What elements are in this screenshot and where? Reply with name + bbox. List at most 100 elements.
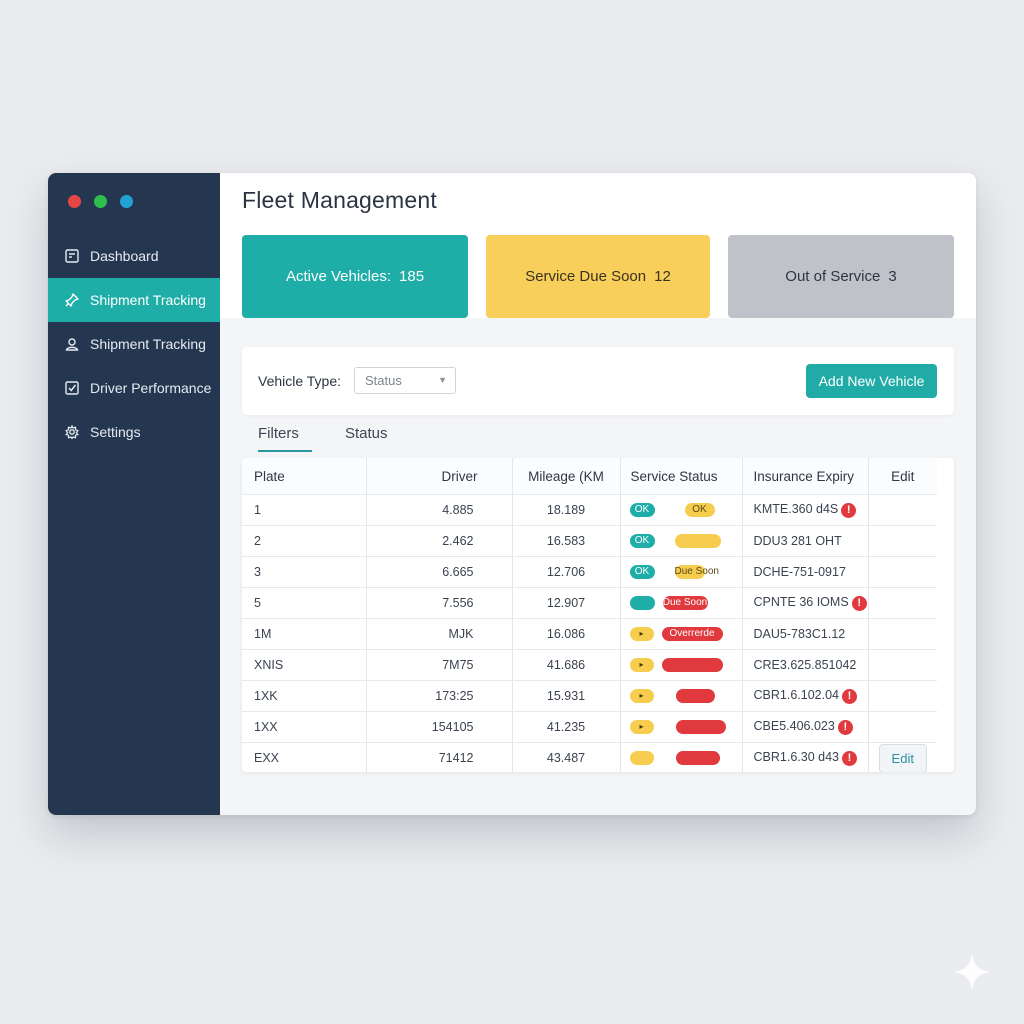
cell-edit [868,649,937,681]
service-status-pill [629,596,655,611]
service-status-pill: OK [629,503,655,518]
warning-icon: ! [841,688,857,704]
service-status-pill [675,751,720,766]
service-status-pill: ▸ [629,689,654,704]
sidebar: Dashboard Shipment Tracking Shipment Tra… [48,173,220,815]
sidebar-item-label: Shipment Tracking [90,292,206,308]
tab-status[interactable]: Status [345,425,388,442]
cell-insurance-expiry: DDU3 281 OHT [742,525,869,557]
column-header-mileage[interactable]: Mileage (KM [512,458,621,495]
table-row[interactable]: 2 2.462 16.583 OK DDU3 281 OHT [242,525,937,557]
cell-driver: 71412 [366,742,513,772]
page-title: Fleet Management [242,187,437,213]
sidebar-item-settings[interactable]: Settings [48,410,220,454]
sidebar-nav: Dashboard Shipment Tracking Shipment Tra… [48,234,220,454]
sidebar-item-shipment-tracking-2[interactable]: Shipment Tracking [48,322,220,366]
cell-edit [868,556,937,588]
stat-card-out-of-service[interactable]: Out of Service 3 [728,235,954,318]
sidebar-item-driver-performance[interactable]: Driver Performance [48,366,220,410]
cell-plate: 1XX [242,711,367,743]
cell-insurance-expiry: DAU5-783C1.12 [742,618,869,650]
table-row[interactable]: 1M MJK 16.086 ▸ Overrerde DAU5-783C1.12 [242,618,937,650]
cell-mileage: 18.189 [512,494,621,526]
warning-icon: ! [841,750,857,766]
checkbox-icon [64,380,80,396]
vehicle-type-label: Vehicle Type: [258,373,342,389]
header: Fleet Management Active Vehicles: 185 Se… [220,173,976,318]
column-header-driver[interactable]: Driver [366,458,513,495]
table-row[interactable]: 1XK 173:25 15.931 ▸ CBR1.6.102.04! [242,680,937,712]
close-window-button[interactable] [68,195,81,208]
table-row[interactable]: XNIS 7M75 41.686 ▸ CRE3.625.851042 [242,649,937,681]
vehicle-type-select[interactable]: Status ▼ [354,367,456,394]
service-status-pill [675,720,726,735]
cell-driver: 4.885 [366,494,513,526]
service-status-pill: ▸ [629,658,654,673]
sidebar-item-label: Settings [90,424,141,440]
cell-insurance-expiry: CBR1.6.30 d43! [742,742,869,772]
warning-icon: ! [841,502,857,518]
cell-edit [868,618,937,650]
insurance-expiry-value: DCHE-751-0917 [753,565,846,579]
cell-service-status: OK [620,525,743,557]
cell-driver: 6.665 [366,556,513,588]
sidebar-item-label: Dashboard [90,248,159,264]
service-status-pill: OK [629,534,655,549]
table-row[interactable]: 1XX 154105 41.235 ▸ CBE5.406.023! [242,711,937,743]
cell-edit [868,587,937,619]
cell-mileage: 16.583 [512,525,621,557]
cell-edit: Edit [868,742,937,772]
insurance-expiry-value: CPNTE 36 IOMS [753,595,849,610]
stat-card-active-vehicles[interactable]: Active Vehicles: 185 [242,235,468,318]
table-row[interactable]: 3 6.665 12.706 OK Due Soon DCHE-751-0917 [242,556,937,588]
service-status-pill: OK [684,503,715,518]
column-header-plate[interactable]: Plate [242,458,367,495]
insurance-expiry-value: CBR1.6.102.04 [753,688,839,703]
column-header-insurance-expiry[interactable]: Insurance Expiry [742,458,869,495]
cell-edit [868,494,937,526]
vehicle-table-container: Plate Driver Mileage (KM Service Status … [242,458,954,772]
cell-insurance-expiry: DCHE-751-0917 [742,556,869,588]
cell-driver: 154105 [366,711,513,743]
vehicle-table: Plate Driver Mileage (KM Service Status … [242,458,937,772]
cell-plate: 1 [242,494,367,526]
cell-service-status: ▸ [620,711,743,743]
table-row[interactable]: 1 4.885 18.189 OK OK KMTE.360 d4S! [242,494,937,526]
cell-driver: MJK [366,618,513,650]
column-header-edit: Edit [868,458,937,495]
add-new-vehicle-button[interactable]: Add New Vehicle [806,364,937,398]
column-header-service-status[interactable]: Service Status [620,458,743,495]
sidebar-item-dashboard[interactable]: Dashboard [48,234,220,278]
sidebar-item-label: Shipment Tracking [90,336,206,352]
cell-service-status: ▸ Overrerde [620,618,743,650]
insurance-expiry-value: DDU3 281 OHT [753,534,842,548]
maximize-window-button[interactable] [120,195,133,208]
cell-mileage: 12.907 [512,587,621,619]
minimize-window-button[interactable] [94,195,107,208]
tab-filters[interactable]: Filters [258,425,312,452]
cell-plate: 5 [242,587,367,619]
insurance-expiry-value: CBE5.406.023 [753,719,835,734]
table-row[interactable]: EXX 71412 43.487 CBR1.6.30 d43! Edit [242,742,937,772]
table-body: 1 4.885 18.189 OK OK KMTE.360 d4S! 2 2.462 16.58… [242,494,937,772]
cell-service-status: OK Due Soon [620,556,743,588]
app-window: Dashboard Shipment Tracking Shipment Tra… [48,173,976,815]
stat-value: 12 [654,268,671,285]
service-status-pill [629,751,654,766]
cell-service-status [620,742,743,772]
stat-card-service-due-soon[interactable]: Service Due Soon 12 [486,235,710,318]
cell-mileage: 41.235 [512,711,621,743]
select-value: Status [365,373,402,388]
edit-button[interactable]: Edit [878,743,927,772]
insurance-expiry-value: DAU5-783C1.12 [753,627,846,641]
sidebar-item-shipment-tracking[interactable]: Shipment Tracking [48,278,220,322]
cell-driver: 7.556 [366,587,513,619]
cell-insurance-expiry: CRE3.625.851042 [742,649,869,681]
table-row[interactable]: 5 7.556 12.907 Due Soon CPNTE 36 IOMS! [242,587,937,619]
warning-icon: ! [851,595,867,611]
cell-edit [868,680,937,712]
stat-label: Out of Service [785,268,881,285]
cell-plate: 2 [242,525,367,557]
table-header-row: Plate Driver Mileage (KM Service Status … [242,458,937,495]
cell-mileage: 43.487 [512,742,621,772]
